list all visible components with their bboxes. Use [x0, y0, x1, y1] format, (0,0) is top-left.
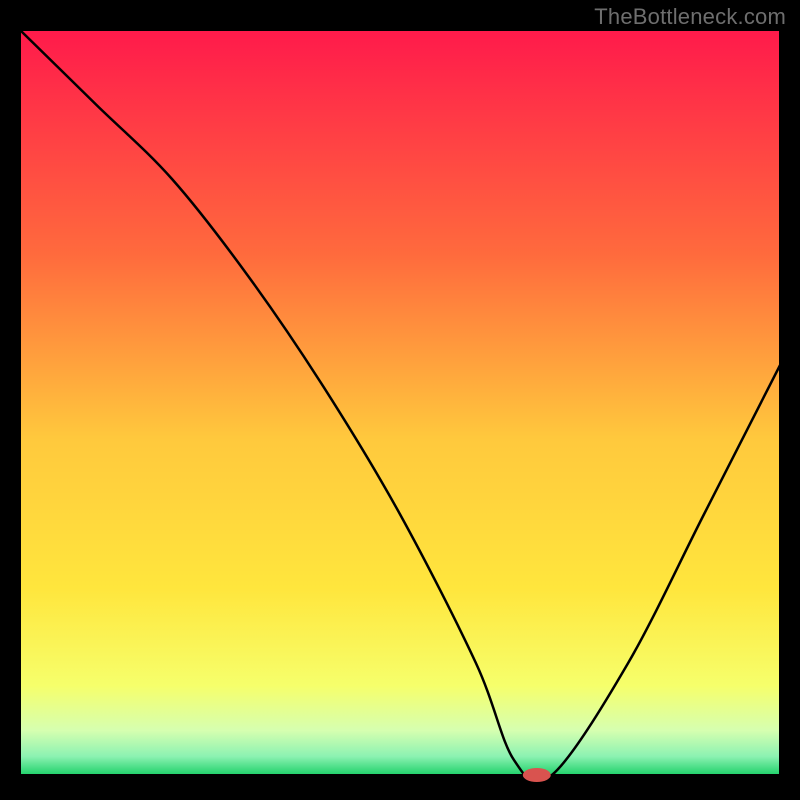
- optimal-marker: [523, 768, 551, 782]
- chart-svg: [0, 0, 800, 800]
- watermark-label: TheBottleneck.com: [594, 4, 786, 30]
- chart-frame: TheBottleneck.com: [0, 0, 800, 800]
